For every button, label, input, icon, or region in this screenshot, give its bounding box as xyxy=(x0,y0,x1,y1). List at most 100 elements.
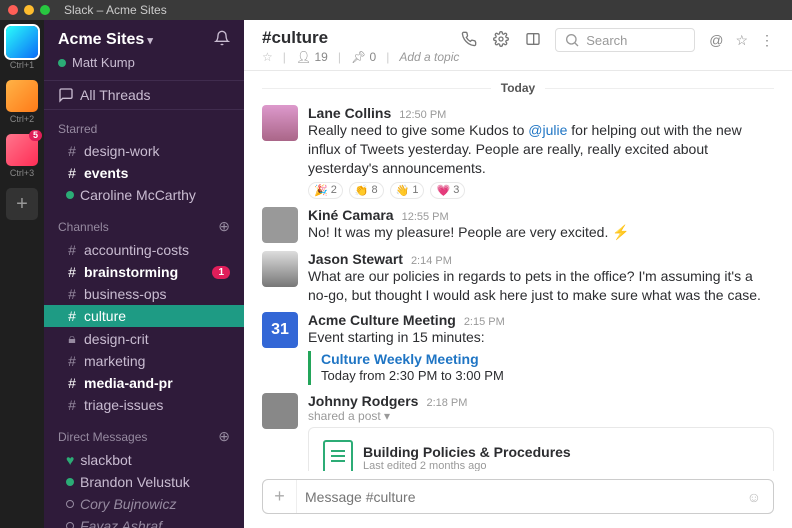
timestamp: 2:15 PM xyxy=(464,316,505,328)
avatar[interactable] xyxy=(262,105,298,141)
team-3[interactable]: 5 xyxy=(6,134,38,166)
avatar[interactable] xyxy=(262,393,298,429)
sidebar-dm-slackbot[interactable]: ♥︎slackbot xyxy=(44,449,244,471)
section-dms: Direct Messages⊕ xyxy=(44,416,244,449)
sidebar-item-triage[interactable]: #triage-issues xyxy=(44,394,244,416)
sidebar: Acme Sites Matt Kump All Threads Starred… xyxy=(44,20,244,528)
timestamp: 12:55 PM xyxy=(402,211,449,223)
timestamp: 2:18 PM xyxy=(426,397,467,409)
message-text: What are our policies in regards to pets… xyxy=(308,267,774,305)
author[interactable]: Jason Stewart xyxy=(308,251,403,267)
main-pane: #culture ☆| 👤︎ 19| 📌︎ 0| Add a topic xyxy=(244,20,792,528)
timestamp: 12:50 PM xyxy=(399,109,446,121)
author[interactable]: Lane Collins xyxy=(308,105,391,121)
sidebar-dm[interactable]: Cory Bujnowicz xyxy=(44,493,244,515)
threads-icon xyxy=(58,87,74,103)
reaction[interactable]: 👋1 xyxy=(390,182,425,199)
message-text: No! It was my pleasure! People are very … xyxy=(308,223,774,242)
member-count[interactable]: 👤︎ 19 xyxy=(296,50,328,64)
new-dm-button[interactable]: ⊕ xyxy=(218,428,230,445)
sidebar-item-media[interactable]: #media-and-pr xyxy=(44,372,244,394)
avatar[interactable] xyxy=(262,251,298,287)
message[interactable]: Lane Collins 12:50 PM Really need to give… xyxy=(244,101,792,203)
post-subtitle: Last edited 2 months ago xyxy=(363,460,571,471)
author[interactable]: Kiné Camara xyxy=(308,207,394,223)
pin-count[interactable]: 📌︎ 0 xyxy=(351,50,376,64)
reaction[interactable]: 💗3 xyxy=(430,182,465,199)
gear-icon[interactable] xyxy=(493,31,509,50)
sidebar-item-brainstorming[interactable]: #brainstorming1 xyxy=(44,261,244,283)
timestamp: 2:14 PM xyxy=(411,255,452,267)
post-title: Building Policies & Procedures xyxy=(363,444,571,460)
sidebar-item-accounting[interactable]: #accounting-costs xyxy=(44,239,244,261)
team-switcher: Ctrl+1 Ctrl+2 5 Ctrl+3 + xyxy=(0,20,44,528)
reaction[interactable]: 🎉2 xyxy=(308,182,343,199)
section-starred: Starred xyxy=(44,110,244,140)
star-icon[interactable]: ☆ xyxy=(262,50,273,64)
phone-icon[interactable] xyxy=(461,31,477,50)
message-text: Really need to give some Kudos to @julie… xyxy=(308,121,774,178)
sidebar-item-marketing[interactable]: #marketing xyxy=(44,350,244,372)
message-list[interactable]: Today Lane Collins 12:50 PM Really need t… xyxy=(244,71,792,471)
mentions-icon[interactable]: @ xyxy=(709,32,723,49)
window-zoom[interactable] xyxy=(40,5,50,15)
sidebar-item-design-work[interactable]: #design-work xyxy=(44,140,244,162)
calendar-icon: 31 xyxy=(262,312,298,348)
date-divider: Today xyxy=(244,81,792,95)
bell-icon[interactable] xyxy=(214,30,230,49)
team-1[interactable] xyxy=(6,26,38,58)
add-topic[interactable]: Add a topic xyxy=(399,50,459,64)
sidebar-dm[interactable]: Brandon Velustuk xyxy=(44,471,244,493)
add-team-button[interactable]: + xyxy=(6,188,38,220)
emoji-button[interactable]: ☺︎ xyxy=(735,489,773,505)
post-attachment[interactable]: Building Policies & Procedures Last edit… xyxy=(308,427,774,471)
document-icon xyxy=(323,440,353,471)
channel-name[interactable]: #culture xyxy=(262,28,459,48)
sidebar-item-design-crit[interactable]: 🔒︎design-crit xyxy=(44,327,244,350)
more-icon[interactable]: ⋮ xyxy=(760,32,774,49)
reaction[interactable]: 👏8 xyxy=(349,182,384,199)
attach-button[interactable]: + xyxy=(263,480,297,513)
author[interactable]: Johnny Rodgers xyxy=(308,393,418,409)
message[interactable]: 31 Acme Culture Meeting 2:15 PM Event sta… xyxy=(244,308,792,388)
sidebar-item-events[interactable]: #events xyxy=(44,162,244,184)
starred-icon[interactable]: ☆ xyxy=(735,32,748,49)
channel-header: #culture ☆| 👤︎ 19| 📌︎ 0| Add a topic xyxy=(244,20,792,71)
all-threads[interactable]: All Threads xyxy=(44,80,244,110)
search-input[interactable]: Search xyxy=(555,28,695,52)
team-shortcut: Ctrl+2 xyxy=(10,114,34,124)
message[interactable]: Johnny Rodgers 2:18 PM shared a post ▾ Bu… xyxy=(244,389,792,471)
message-composer: + ☺︎ xyxy=(262,479,774,514)
team-shortcut: Ctrl+1 xyxy=(10,60,34,70)
author[interactable]: Acme Culture Meeting xyxy=(308,312,456,328)
workspace-switcher[interactable]: Acme Sites xyxy=(58,31,153,49)
current-user[interactable]: Matt Kump xyxy=(44,55,244,80)
team-badge: 5 xyxy=(29,130,42,141)
title-bar: Slack – Acme Sites xyxy=(0,0,792,20)
event-attachment[interactable]: Culture Weekly Meeting Today from 2:30 P… xyxy=(308,351,774,385)
team-2[interactable] xyxy=(6,80,38,112)
mention[interactable]: @julie xyxy=(528,122,567,138)
window-minimize[interactable] xyxy=(24,5,34,15)
presence-icon xyxy=(58,59,66,67)
sidebar-dm[interactable]: Fayaz Ashraf xyxy=(44,515,244,528)
sidebar-item-business-ops[interactable]: #business-ops xyxy=(44,283,244,305)
avatar[interactable] xyxy=(262,207,298,243)
message[interactable]: Jason Stewart 2:14 PM What are our polici… xyxy=(244,247,792,309)
window-title: Slack – Acme Sites xyxy=(64,3,167,17)
sidebar-item-culture[interactable]: #culture xyxy=(44,305,244,327)
sidebar-item-caroline[interactable]: Caroline McCarthy xyxy=(44,184,244,206)
window-close[interactable] xyxy=(8,5,18,15)
section-channels: Channels⊕ xyxy=(44,206,244,239)
share-subtitle[interactable]: shared a post ▾ xyxy=(308,409,774,423)
message[interactable]: Kiné Camara 12:55 PM No! It was my pleasu… xyxy=(244,203,792,247)
add-channel-button[interactable]: ⊕ xyxy=(218,218,230,235)
lock-icon: 🔒︎ xyxy=(66,330,78,347)
unread-badge: 1 xyxy=(212,266,230,279)
toggle-details-icon[interactable] xyxy=(525,31,541,50)
team-shortcut: Ctrl+3 xyxy=(10,168,34,178)
message-input[interactable] xyxy=(297,481,735,513)
search-icon xyxy=(564,32,580,48)
reactions: 🎉2 👏8 👋1 💗3 xyxy=(308,182,774,199)
message-text: Event starting in 15 minutes: xyxy=(308,328,774,347)
